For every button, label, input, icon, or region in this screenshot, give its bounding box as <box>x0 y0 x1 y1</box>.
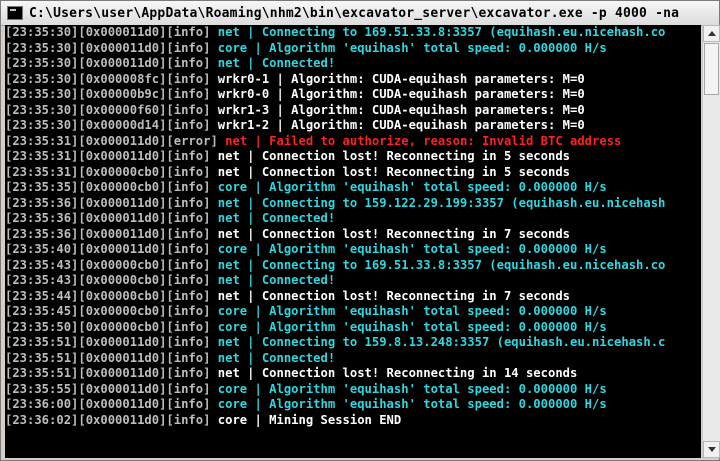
console-line: [23:35:30][0x00000b9c][info] wrkr0-0 | A… <box>5 87 701 103</box>
log-prefix: [23:35:35][0x00000cb0][info] <box>5 180 211 194</box>
log-message: net | Connection lost! Reconnecting in 5… <box>217 164 570 179</box>
console-line: [23:35:43][0x00000cb0][info] net | Conne… <box>5 273 701 289</box>
log-prefix: [23:35:31][0x000011d0][error] <box>5 133 218 148</box>
log-prefix: [23:35:51][0x000011d0][info] <box>5 350 211 365</box>
log-prefix: [23:35:43][0x00000cb0][info] <box>5 273 211 287</box>
log-prefix: [23:35:30][0x00000d14][info] <box>5 118 211 132</box>
vertical-scrollbar[interactable] <box>702 25 720 458</box>
console-line: [23:36:00][0x000011d0][info] core | Algo… <box>5 397 701 413</box>
console-line: [23:35:31][0x00000cb0][info] net | Conne… <box>5 165 701 181</box>
console-output[interactable]: [23:35:30][0x000011d0][info] net | Conne… <box>5 25 701 458</box>
log-prefix: [23:35:31][0x000011d0][info] <box>5 149 211 163</box>
console-line: [23:35:30][0x000011d0][info] net | Conne… <box>5 56 701 72</box>
log-message: core | Mining Session END <box>217 412 402 427</box>
log-message: net | Connecting to 159.122.29.199:3357 … <box>217 195 666 210</box>
log-message: net | Connected! <box>217 350 336 365</box>
log-message: net | Connection lost! Reconnecting in 7… <box>217 288 570 303</box>
log-message: net | Connected! <box>217 273 336 287</box>
console-line: [23:35:44][0x00000cb0][info] net | Conne… <box>5 289 701 305</box>
log-prefix: [23:36:02][0x000011d0][info] <box>5 412 211 427</box>
console-line: [23:35:55][0x000011d0][info] core | Algo… <box>5 382 701 398</box>
log-prefix: [23:35:36][0x000011d0][info] <box>5 195 211 210</box>
log-message: core | Algorithm 'equihash' total speed:… <box>217 304 607 318</box>
log-prefix: [23:35:31][0x00000cb0][info] <box>5 164 211 179</box>
log-prefix: [23:35:36][0x000011d0][info] <box>5 226 211 241</box>
log-message: net | Connecting to 169.51.33.8:3357 (eq… <box>217 257 666 272</box>
scroll-down-button[interactable] <box>703 441 720 458</box>
log-prefix: [23:36:00][0x000011d0][info] <box>5 397 211 411</box>
arrow-up-icon <box>708 31 716 36</box>
log-message: net | Connecting to 169.51.33.8:3357 (eq… <box>217 25 666 39</box>
log-prefix: [23:35:30][0x00000b9c][info] <box>5 87 211 101</box>
log-prefix: [23:35:30][0x000008fc][info] <box>5 71 211 86</box>
log-message: net | Failed to authorize, reason: Inval… <box>225 133 622 148</box>
log-prefix: [23:35:45][0x00000cb0][info] <box>5 304 211 318</box>
log-message: net | Connected! <box>217 56 336 70</box>
log-prefix: [23:35:55][0x000011d0][info] <box>5 381 211 396</box>
log-message: wrkr1-3 | Algorithm: CUDA-equihash param… <box>217 102 585 117</box>
log-message: core | Algorithm 'equihash' total speed:… <box>217 319 607 334</box>
console-line: [23:35:50][0x00000cb0][info] core | Algo… <box>5 320 701 336</box>
console-line: [23:35:36][0x000011d0][info] net | Conne… <box>5 227 701 243</box>
console-line: [23:35:30][0x000011d0][info] core | Algo… <box>5 41 701 57</box>
log-prefix: [23:35:30][0x00000f60][info] <box>5 102 211 117</box>
log-message: wrkr1-2 | Algorithm: CUDA-equihash param… <box>217 118 585 132</box>
window-title: C:\Users\user\AppData\Roaming\nhm2\bin\e… <box>29 5 680 21</box>
scroll-up-button[interactable] <box>703 25 720 42</box>
scrollbar-thumb[interactable] <box>704 43 719 95</box>
console-line: [23:35:51][0x000011d0][info] net | Conne… <box>5 351 701 367</box>
console-line: [23:35:35][0x00000cb0][info] core | Algo… <box>5 180 701 196</box>
log-prefix: [23:35:44][0x00000cb0][info] <box>5 288 211 303</box>
log-message: net | Connection lost! Reconnecting in 5… <box>217 149 570 163</box>
log-message: core | Algorithm 'equihash' total speed:… <box>217 40 607 55</box>
console-line: [23:35:36][0x000011d0][info] net | Conne… <box>5 196 701 212</box>
log-message: net | Connection lost! Reconnecting in 7… <box>217 226 570 241</box>
console-line: [23:35:30][0x000011d0][info] net | Conne… <box>5 25 701 41</box>
console-line: [23:35:31][0x000011d0][error] net | Fail… <box>5 134 701 150</box>
log-prefix: [23:35:36][0x000011d0][info] <box>5 211 211 225</box>
console-line: [23:35:30][0x000008fc][info] wrkr0-1 | A… <box>5 72 701 88</box>
log-prefix: [23:35:30][0x000011d0][info] <box>5 56 211 70</box>
log-prefix: [23:35:43][0x00000cb0][info] <box>5 257 211 272</box>
log-prefix: [23:35:30][0x000011d0][info] <box>5 25 211 39</box>
log-message: wrkr0-0 | Algorithm: CUDA-equihash param… <box>217 87 585 101</box>
log-message: net | Connected! <box>217 211 336 225</box>
console-line: [23:35:31][0x000011d0][info] net | Conne… <box>5 149 701 165</box>
arrow-down-icon <box>708 447 716 452</box>
log-prefix: [23:35:30][0x000011d0][info] <box>5 40 211 55</box>
console-window: C:\Users\user\AppData\Roaming\nhm2\bin\e… <box>0 0 720 461</box>
console-line: [23:35:51][0x000011d0][info] net | Conne… <box>5 335 701 351</box>
log-prefix: [23:35:51][0x000011d0][info] <box>5 366 211 380</box>
title-bar[interactable]: C:\Users\user\AppData\Roaming\nhm2\bin\e… <box>1 1 719 26</box>
console-line: [23:35:51][0x000011d0][info] net | Conne… <box>5 366 701 382</box>
log-message: core | Algorithm 'equihash' total speed:… <box>217 242 607 256</box>
console-line: [23:35:43][0x00000cb0][info] net | Conne… <box>5 258 701 274</box>
console-line: [23:35:45][0x00000cb0][info] core | Algo… <box>5 304 701 320</box>
console-line: [23:35:30][0x00000d14][info] wrkr1-2 | A… <box>5 118 701 134</box>
console-line: [23:35:30][0x00000f60][info] wrkr1-3 | A… <box>5 103 701 119</box>
log-message: core | Algorithm 'equihash' total speed:… <box>217 381 607 396</box>
log-message: core | Algorithm 'equihash' total speed:… <box>217 180 607 194</box>
console-line: [23:35:36][0x000011d0][info] net | Conne… <box>5 211 701 227</box>
log-prefix: [23:35:51][0x000011d0][info] <box>5 335 211 349</box>
log-message: net | Connection lost! Reconnecting in 1… <box>217 366 578 380</box>
log-message: core | Algorithm 'equihash' total speed:… <box>217 397 607 411</box>
log-prefix: [23:35:40][0x000011d0][info] <box>5 242 211 256</box>
console-line: [23:35:40][0x000011d0][info] core | Algo… <box>5 242 701 258</box>
console-app-icon <box>7 6 23 20</box>
log-prefix: [23:35:50][0x00000cb0][info] <box>5 319 211 334</box>
log-message: wrkr0-1 | Algorithm: CUDA-equihash param… <box>217 71 585 86</box>
console-line: [23:36:02][0x000011d0][info] core | Mini… <box>5 413 701 429</box>
log-message: net | Connecting to 159.8.13.248:3357 (e… <box>217 335 666 349</box>
